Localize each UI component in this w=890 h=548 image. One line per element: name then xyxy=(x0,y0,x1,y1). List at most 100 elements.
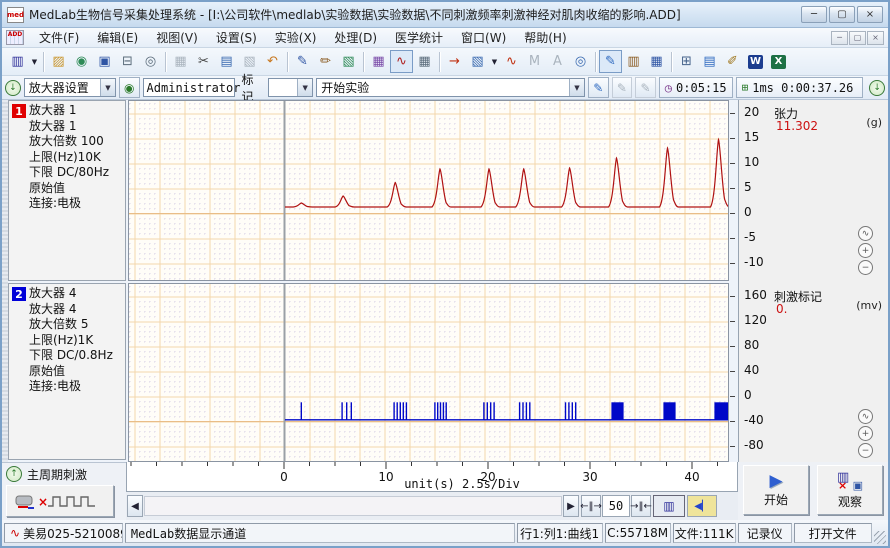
observe-button[interactable]: ▥×▣ 观察 xyxy=(817,465,883,515)
setting-line-2: 放大倍数 5 xyxy=(29,317,113,333)
export-report-button[interactable]: ✎ xyxy=(291,50,314,73)
calculator-button[interactable]: ⊞ xyxy=(675,50,698,73)
notebook-button[interactable]: ▤ xyxy=(698,50,721,73)
scale-panel: 张力 11.302 (g) ∿ + − 20151050-5-10 刺激标记 0… xyxy=(738,100,888,462)
stimulus-panel: ↑ 主周期刺激 × xyxy=(2,462,126,520)
scroll-left-button[interactable]: ◀ xyxy=(127,495,143,517)
print-button[interactable]: ⊟ xyxy=(116,50,139,73)
web-update-button[interactable]: ◉ xyxy=(70,50,93,73)
resize-grip[interactable] xyxy=(874,531,886,544)
menu-item-4[interactable]: 实验(X) xyxy=(266,27,326,48)
user-field[interactable]: Administrator xyxy=(143,78,235,97)
document-icon: ADD xyxy=(6,30,24,45)
print-preview-button[interactable]: ◎ xyxy=(139,50,162,73)
device-status: ∿ 美易025-52100890 xyxy=(4,523,123,543)
stimulus-burst xyxy=(611,402,623,420)
edit-notes-button[interactable]: ✏ xyxy=(314,50,337,73)
menu-item-2[interactable]: 视图(V) xyxy=(147,27,207,48)
search-data-button[interactable]: ◎ xyxy=(569,50,592,73)
start-button[interactable]: ▶ 开始 xyxy=(743,465,809,515)
setting-line-1: 放大器 1 xyxy=(29,119,109,135)
report-view-button[interactable]: ▥ xyxy=(622,50,645,73)
recorder-mode-button[interactable]: ▥ xyxy=(653,495,685,517)
compress-timebase-button[interactable]: →‖← xyxy=(631,495,651,517)
zoom-out-scale-button[interactable]: − xyxy=(858,260,873,275)
timebase-value[interactable]: 50 xyxy=(602,495,630,517)
chevron-down-icon[interactable]: ▼ xyxy=(569,79,584,96)
undo-icon: ↶ xyxy=(267,54,278,69)
word-export-button[interactable]: W xyxy=(744,50,767,73)
export-image-button[interactable]: ▧ xyxy=(337,50,360,73)
grid-view-button[interactable]: ▦ xyxy=(413,50,436,73)
menu-item-5[interactable]: 处理(D) xyxy=(325,27,386,48)
menu-item-3[interactable]: 设置(S) xyxy=(207,27,266,48)
status-cell-1: C:55718M xyxy=(605,523,671,543)
pen-tools-button[interactable]: ✐ xyxy=(721,50,744,73)
scroll-track[interactable] xyxy=(144,496,562,516)
channel1-scale: 张力 11.302 (g) ∿ + − 20151050-5-10 xyxy=(739,100,889,281)
waveform-monitor-icon: ∿ xyxy=(396,54,407,69)
stimulator-icon: ∿ xyxy=(506,54,517,69)
zoom-out-scale-button[interactable]: − xyxy=(858,443,873,458)
chevron-down-icon[interactable]: ▼ xyxy=(297,79,312,96)
excel-export-button[interactable]: X xyxy=(767,50,790,73)
save-button[interactable]: ▣ xyxy=(93,50,116,73)
cut-button[interactable]: ✂ xyxy=(192,50,215,73)
y-tick-label: 15 xyxy=(744,130,774,144)
menu-item-8[interactable]: 帮助(H) xyxy=(515,27,575,48)
zoom-in-scale-button[interactable]: + xyxy=(858,243,873,258)
collapse-panel-button[interactable]: ↓ xyxy=(5,80,21,96)
mdi-close-button[interactable]: × xyxy=(867,31,884,45)
expand-stimulus-button[interactable]: ↑ xyxy=(6,466,22,482)
channel1-settings-panel: 1 放大器 1放大器 1放大倍数 100上限(Hz)10K下限 DC/80Hz原… xyxy=(8,100,126,281)
all-ff-mode-button: A xyxy=(546,50,569,73)
stimulus-chart[interactable] xyxy=(128,283,729,462)
stimulator-button[interactable]: ∿ xyxy=(500,50,523,73)
menu-item-7[interactable]: 窗口(W) xyxy=(452,27,515,48)
action-select[interactable]: 开始实验 ▼ xyxy=(316,78,585,97)
collapse-right-panel-button[interactable]: ↓ xyxy=(869,80,885,96)
menu-item-0[interactable]: 文件(F) xyxy=(30,27,88,48)
copy-button[interactable]: ▤ xyxy=(215,50,238,73)
edit-mark-button[interactable]: ✎ xyxy=(588,77,609,98)
open-file-button[interactable]: ▨ xyxy=(47,50,70,73)
insert-cursor-button[interactable]: ◀▏ xyxy=(687,495,717,517)
observe-icon: ▥×▣ xyxy=(837,470,863,492)
title-bar: med MedLab生物信号采集处理系统 - [I:\公司软件\medlab\实… xyxy=(2,2,888,28)
expand-timebase-button[interactable]: ←‖→ xyxy=(581,495,601,517)
snapshot-button: ▦ xyxy=(169,50,192,73)
stimulator-button[interactable]: × xyxy=(6,485,114,517)
pencil-icon: ✎ xyxy=(617,81,627,95)
maximize-button[interactable]: ▢ xyxy=(829,6,855,23)
close-button[interactable]: × xyxy=(857,6,883,23)
zoom-in-scale-button[interactable]: + xyxy=(858,426,873,441)
chevron-down-icon[interactable]: ▼ xyxy=(489,50,500,73)
user-icon-button[interactable]: ◉ xyxy=(119,77,140,98)
recorder-device-button[interactable]: ▥ xyxy=(6,50,29,73)
tension-chart[interactable] xyxy=(128,100,729,281)
play-icon: ▶ xyxy=(769,473,782,490)
menu-item-1[interactable]: 编辑(E) xyxy=(88,27,147,48)
web-update-icon: ◉ xyxy=(76,54,87,69)
svg-text:×: × xyxy=(38,495,48,509)
data-grid-button[interactable]: ▦ xyxy=(645,50,668,73)
scroll-right-button[interactable]: ▶ xyxy=(563,495,579,517)
image-capture-button[interactable]: ▧ xyxy=(466,50,489,73)
autoscale-button[interactable]: ∿ xyxy=(858,409,873,424)
chevron-down-icon[interactable]: ▼ xyxy=(29,50,40,73)
svg-text:0: 0 xyxy=(280,470,288,484)
toolbar-separator xyxy=(287,52,288,72)
minimize-button[interactable]: ─ xyxy=(801,6,827,23)
setting-line-6: 连接:电极 xyxy=(29,196,109,212)
mark-select[interactable]: ▼ xyxy=(268,78,313,97)
chevron-down-icon[interactable]: ▼ xyxy=(100,79,115,96)
mdi-restore-button[interactable]: ▢ xyxy=(849,31,866,45)
waveform-monitor-button[interactable]: ∿ xyxy=(390,50,413,73)
panel-select[interactable]: 放大器设置 ▼ xyxy=(24,78,116,97)
autoscale-button[interactable]: ∿ xyxy=(858,226,873,241)
mdi-minimize-button[interactable]: ─ xyxy=(831,31,848,45)
data-table-lock-button[interactable]: ▦ xyxy=(367,50,390,73)
import-data-button[interactable]: → xyxy=(443,50,466,73)
chart-settings-button[interactable]: ✎ xyxy=(599,50,622,73)
menu-item-6[interactable]: 医学统计 xyxy=(386,27,452,48)
